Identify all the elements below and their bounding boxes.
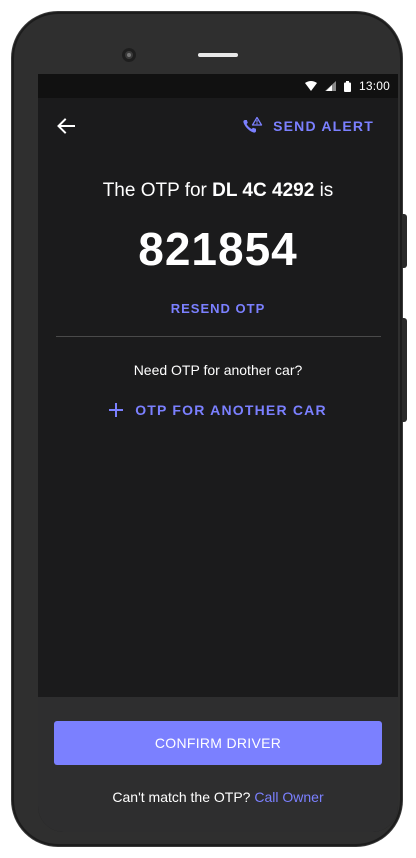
otp-title-prefix: The OTP for	[102, 180, 207, 201]
send-alert-button[interactable]: SEND ALERT	[241, 112, 374, 140]
vehicle-number: DL 4C 4292	[212, 180, 315, 201]
signal-icon	[324, 81, 336, 91]
otp-code: 821854	[138, 223, 298, 275]
bottom-panel: CONFIRM DRIVER Can't match the OTP? Call…	[38, 697, 398, 832]
phone-alert-icon	[243, 116, 263, 133]
call-owner-link[interactable]: Call Owner	[254, 789, 323, 805]
resend-otp-button[interactable]: RESEND OTP	[38, 301, 398, 316]
phone-frame: 13:00 SEND ALERT The OTP for DL 4C 4292 …	[12, 12, 407, 846]
back-button[interactable]	[52, 112, 80, 140]
plus-icon	[109, 403, 124, 417]
otp-for-another-car-label: OTP FOR ANOTHER CAR	[135, 402, 327, 418]
status-bar: 13:00	[38, 74, 398, 98]
app-screen: 13:00 SEND ALERT The OTP for DL 4C 4292 …	[38, 74, 398, 832]
otp-title-suffix: is	[319, 180, 334, 201]
another-car-prompt: Need OTP for another car?	[133, 362, 303, 378]
divider	[56, 336, 381, 337]
power-button	[402, 318, 407, 422]
otp-for-another-car-button[interactable]: OTP FOR ANOTHER CAR	[38, 402, 398, 418]
front-camera	[122, 48, 136, 62]
app-bar: SEND ALERT	[38, 98, 398, 154]
earpiece-speaker	[198, 53, 238, 57]
arrow-left-icon	[57, 118, 75, 134]
send-alert-label: SEND ALERT	[273, 118, 374, 134]
battery-icon	[343, 80, 351, 92]
otp-title: The OTP for DL 4C 4292 is	[38, 180, 398, 202]
status-time: 13:00	[358, 79, 390, 93]
cant-match-text: Can't match the OTP? Call Owner	[38, 789, 398, 805]
cant-match-label: Can't match the OTP?	[112, 789, 251, 805]
volume-button	[402, 214, 407, 268]
wifi-icon	[304, 81, 317, 91]
confirm-driver-button[interactable]: CONFIRM DRIVER	[54, 721, 382, 765]
